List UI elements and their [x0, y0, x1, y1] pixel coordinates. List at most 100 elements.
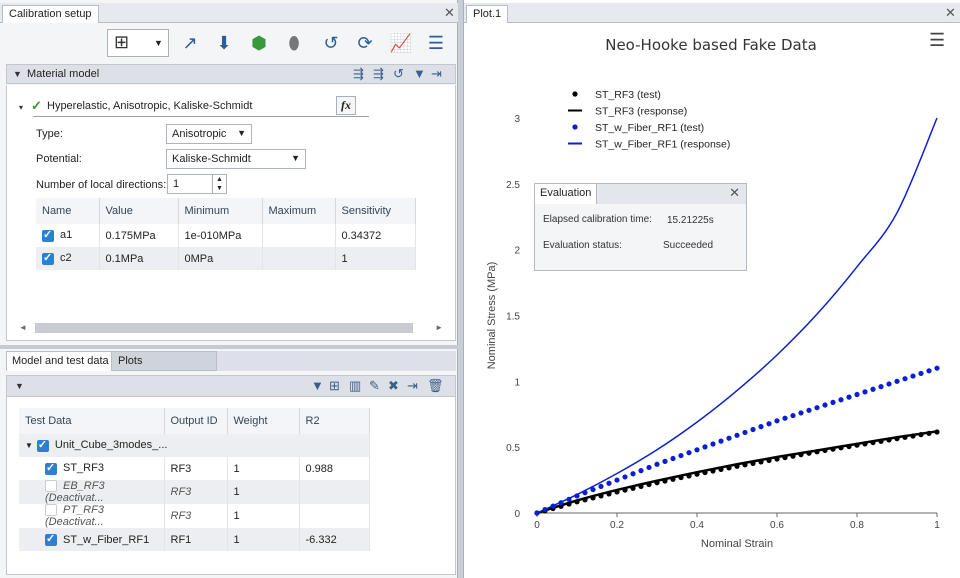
weight[interactable]: 1	[227, 528, 300, 552]
series-line	[536, 117, 938, 514]
table-row[interactable]: c2 0.1MPa 0MPa 1	[36, 247, 416, 270]
column-header[interactable]: Value	[99, 198, 179, 224]
column-header[interactable]: Weight	[227, 408, 300, 434]
scroll-thumb[interactable]	[35, 323, 413, 333]
table-row[interactable]: EB_RF3 (Deactivat... RF3 1	[19, 480, 370, 505]
test-header-row: Test Data Output ID Weight R2	[19, 408, 370, 434]
row-checkbox[interactable]	[45, 532, 57, 546]
collapse-icon[interactable]: ▼	[13, 69, 22, 79]
table-row[interactable]: ST_RF3 RF3 1 0.988	[19, 457, 370, 480]
horizontal-scrollbar[interactable]: ◄ ►	[17, 321, 445, 335]
group-checkbox[interactable]	[36, 438, 49, 452]
param-minimum[interactable]: 0MPa	[178, 247, 263, 270]
strain-curve-icon[interactable]: ↗	[177, 30, 203, 56]
add-filter-icon[interactable]: ⇶	[353, 66, 364, 82]
spin-icon[interactable]: ▲ ▼	[212, 175, 226, 193]
data-point	[606, 480, 612, 486]
row-checkbox[interactable]	[42, 228, 54, 242]
weight[interactable]: 1	[227, 480, 300, 505]
data-point	[686, 450, 692, 456]
tab-plot-1[interactable]: Plot.1	[466, 5, 509, 23]
check-icon: ✓	[31, 98, 42, 113]
filter-icon[interactable]: ▼	[311, 378, 324, 393]
reset-icon[interactable]: ↺	[393, 66, 404, 82]
table-row[interactable]: ST_w_Fiber_RF1 RF1 1 -6.332	[19, 528, 370, 552]
trend-chart-icon[interactable]: 📈	[388, 30, 414, 56]
group-row[interactable]: ▼ Unit_Cube_3modes_...	[19, 434, 370, 457]
row-checkbox[interactable]	[45, 504, 57, 517]
data-point	[598, 483, 604, 490]
column-header[interactable]: Maximum	[262, 198, 336, 224]
data-point	[646, 464, 652, 471]
column-header[interactable]: Name	[36, 198, 100, 224]
param-value[interactable]: 0.175MPa	[99, 224, 179, 247]
r2-value	[299, 504, 370, 529]
columns-icon[interactable]: ▥	[349, 378, 361, 394]
x-tick-label: 0.2	[610, 520, 624, 531]
close-icon[interactable]: ✕	[444, 5, 455, 21]
close-icon[interactable]: ✕	[729, 185, 740, 201]
x-tick-label: 1	[934, 520, 940, 531]
remove-icon[interactable]: ✖	[388, 378, 399, 394]
potential-select[interactable]: Kaliske-Schmidt ▼	[166, 149, 306, 169]
scroll-right-icon[interactable]: ►	[435, 323, 443, 332]
model-name: Hyperelastic, Anisotropic, Kaliske-Schmi…	[47, 100, 253, 112]
table-row[interactable]: a1 0.175MPa 1e-010MPa 0.34372	[36, 224, 416, 247]
undo-icon[interactable]: ↺	[318, 30, 344, 56]
filter-icon[interactable]: ▼	[413, 66, 426, 81]
column-header[interactable]: R2	[299, 408, 370, 434]
table-row[interactable]: PT_RF3 (Deactivat... RF3 1	[19, 504, 370, 529]
column-header[interactable]: Test Data	[19, 408, 165, 434]
report-icon[interactable]: ☰	[423, 30, 449, 56]
remove-filter-icon[interactable]: ⇶	[373, 66, 384, 82]
collapse-icon[interactable]: ▼	[15, 381, 24, 391]
row-checkbox[interactable]	[45, 461, 57, 475]
param-sensitivity: 1	[335, 247, 416, 270]
chart-axis-icon: ⊞	[114, 32, 130, 52]
row-checkbox[interactable]	[45, 480, 57, 493]
data-point	[806, 407, 812, 413]
panel-splitter[interactable]	[0, 345, 458, 349]
scroll-left-icon[interactable]: ◄	[19, 323, 27, 332]
column-header[interactable]: Output ID	[164, 408, 228, 434]
expand-group-icon[interactable]: ▼	[25, 441, 33, 450]
fx-button[interactable]: fx	[336, 96, 356, 115]
data-point	[638, 468, 644, 474]
calibrate-icon[interactable]: ⟳	[352, 30, 378, 56]
data-point	[846, 394, 852, 400]
y-tick-label: 0.5	[506, 443, 520, 454]
output-id: RF3	[164, 480, 228, 505]
local-directions-stepper[interactable]: 1 ▲ ▼	[167, 174, 227, 194]
edit-icon[interactable]: ✎	[369, 378, 380, 394]
trash-icon[interactable]: 🗑	[427, 378, 444, 394]
simulation-counter-icon[interactable]: ⬢	[246, 30, 272, 56]
column-header[interactable]: Sensitivity	[335, 198, 416, 224]
column-header[interactable]: Minimum	[178, 198, 263, 224]
weight[interactable]: 1	[227, 457, 300, 480]
add-data-icon[interactable]: ⊞	[329, 378, 340, 394]
tab-plots[interactable]: Plots	[111, 351, 217, 371]
expand-model-icon[interactable]: ▾	[19, 103, 23, 112]
view-dropdown-button[interactable]: ⊞ ▼	[107, 29, 169, 57]
tab-model-test-data[interactable]: Model and test data	[6, 351, 115, 371]
param-minimum[interactable]: 1e-010MPa	[178, 224, 263, 247]
param-value[interactable]: 0.1MPa	[99, 247, 179, 270]
row-checkbox[interactable]	[42, 251, 54, 265]
close-icon[interactable]: ✕	[945, 5, 956, 21]
data-point	[798, 410, 804, 416]
material-import-icon[interactable]: ⬇	[211, 30, 237, 56]
data-point	[694, 447, 700, 453]
type-select[interactable]: Anisotropic ▼	[166, 124, 252, 144]
data-point	[750, 426, 756, 433]
tab-calibration-setup[interactable]: Calibration setup	[2, 5, 99, 23]
param-maximum[interactable]	[262, 224, 336, 247]
mesh-shape-icon[interactable]: ⬮	[281, 30, 307, 56]
export-icon[interactable]: ⇥	[431, 66, 442, 82]
data-point	[862, 389, 868, 395]
material-model-header[interactable]: ▼ Material model ⇶ ⇶ ↺ ▼ ⇥	[6, 64, 456, 84]
weight[interactable]: 1	[227, 504, 300, 529]
export-icon[interactable]: ⇥	[407, 378, 418, 394]
param-maximum[interactable]	[262, 247, 336, 270]
r2-value	[299, 480, 370, 505]
data-point	[830, 399, 836, 405]
